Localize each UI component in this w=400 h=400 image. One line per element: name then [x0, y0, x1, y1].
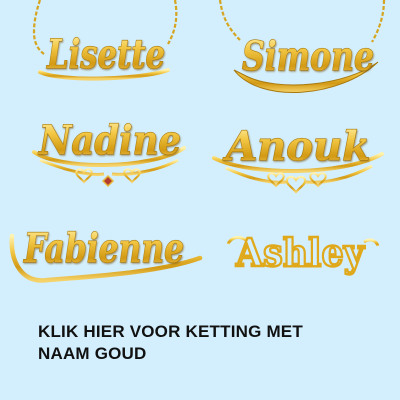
- necklace-simone: Simone: [218, 0, 386, 93]
- heart-icon: [285, 175, 307, 194]
- necklace-anouk: Anouk: [212, 122, 384, 194]
- necklace-fabienne: Fabienne: [9, 224, 203, 283]
- gem-icon: [101, 174, 115, 188]
- necklace-name: Anouk: [222, 123, 370, 170]
- necklace-name: Ashley: [235, 230, 365, 275]
- chain-icon: [32, 0, 45, 55]
- call-to-action-text[interactable]: KLIK HIER VOOR KETTING MET NAAM GOUD: [38, 321, 378, 365]
- necklace-collage: Lisette Simone Nadine Anouk Fabienne Ash…: [9, 0, 386, 283]
- necklace-name: Fabienne: [23, 225, 184, 272]
- necklace-name: Nadine: [37, 117, 181, 164]
- chain-icon: [167, 0, 178, 45]
- heart-icon: [267, 172, 285, 188]
- heart-icon: [123, 168, 141, 184]
- necklace-ashley: Ashley: [226, 229, 380, 276]
- caption-line-1: KLIK HIER VOOR KETTING MET: [38, 322, 303, 341]
- swash-icon: [363, 238, 380, 247]
- heart-icon: [309, 172, 327, 188]
- necklace-lisette: Lisette: [32, 0, 178, 81]
- necklace-name: Lisette: [46, 31, 165, 78]
- chain-icon: [218, 0, 241, 41]
- ad-banner-link[interactable]: Lisette Simone Nadine Anouk Fabienne Ash…: [0, 0, 400, 400]
- necklace-nadine: Nadine: [32, 116, 186, 188]
- necklace-name: Simone: [242, 33, 374, 80]
- caption-line-2: NAAM GOUD: [38, 344, 147, 363]
